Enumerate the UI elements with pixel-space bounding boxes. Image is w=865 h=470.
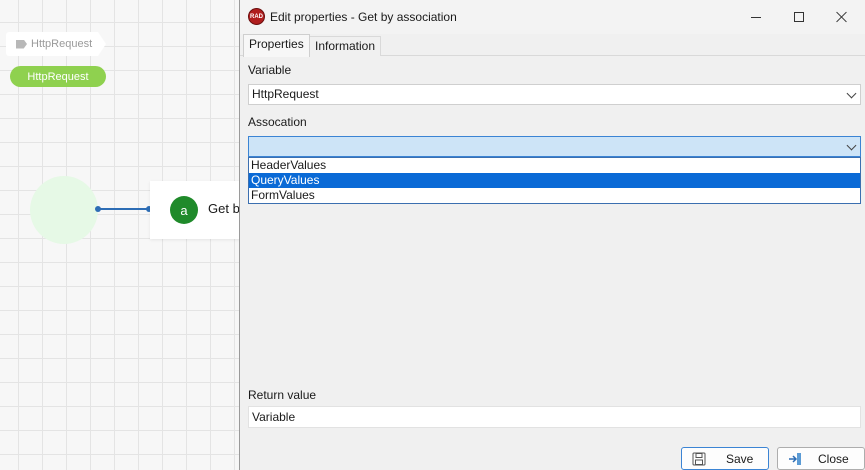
close-button-label: Close	[818, 452, 849, 466]
maximize-icon	[794, 12, 804, 22]
action-node[interactable]: a Get b	[150, 181, 250, 239]
tab-properties[interactable]: Properties	[243, 34, 310, 57]
option-form-values[interactable]: FormValues	[249, 188, 860, 203]
save-button-label: Save	[726, 452, 754, 466]
save-button[interactable]: Save	[681, 447, 769, 470]
return-value-label: Return value	[248, 388, 317, 402]
minimize-button[interactable]	[738, 4, 774, 30]
variable-select-value: HttpRequest	[252, 87, 319, 101]
association-dropdown-list: HeaderValues QueryValues FormValues	[248, 157, 861, 204]
tag-icon	[16, 39, 27, 49]
option-header-values[interactable]: HeaderValues	[249, 158, 860, 173]
close-icon	[836, 11, 848, 23]
start-node[interactable]	[30, 176, 98, 244]
app-logo-icon: RAD	[248, 8, 265, 25]
exit-arrow-icon	[789, 453, 801, 465]
return-value-field[interactable]: Variable	[248, 406, 861, 428]
flow-connector	[98, 208, 150, 210]
tab-information[interactable]: Information	[309, 36, 382, 56]
action-badge: a	[170, 196, 198, 224]
dialog-title: Edit properties - Get by association	[270, 10, 457, 24]
association-select[interactable]	[248, 136, 861, 157]
variable-pill-label: HttpRequest	[27, 70, 89, 83]
maximize-button[interactable]	[781, 4, 817, 30]
variable-label: Variable	[248, 63, 292, 77]
connector-start-dot[interactable]	[95, 206, 101, 212]
chevron-down-icon	[846, 140, 857, 151]
dialog-titlebar[interactable]: RAD Edit properties - Get by association	[240, 0, 865, 34]
edit-properties-dialog: RAD Edit properties - Get by association…	[239, 0, 865, 470]
floppy-disk-icon	[692, 452, 706, 466]
chevron-down-icon	[846, 88, 857, 99]
tab-bar: Information Properties	[240, 34, 865, 57]
return-value-text: Variable	[252, 410, 296, 424]
variable-select[interactable]: HttpRequest	[248, 84, 861, 105]
action-node-label: Get b	[208, 201, 240, 216]
association-label: Assocation	[248, 115, 307, 129]
option-query-values[interactable]: QueryValues	[249, 173, 860, 188]
close-button[interactable]: Close	[777, 447, 865, 470]
variable-tag-chip[interactable]: HttpRequest	[6, 32, 106, 56]
tag-chip-label: HttpRequest	[31, 38, 93, 50]
window-close-button[interactable]	[824, 4, 860, 30]
variable-pill[interactable]: HttpRequest	[10, 66, 106, 87]
minimize-icon	[751, 16, 761, 18]
